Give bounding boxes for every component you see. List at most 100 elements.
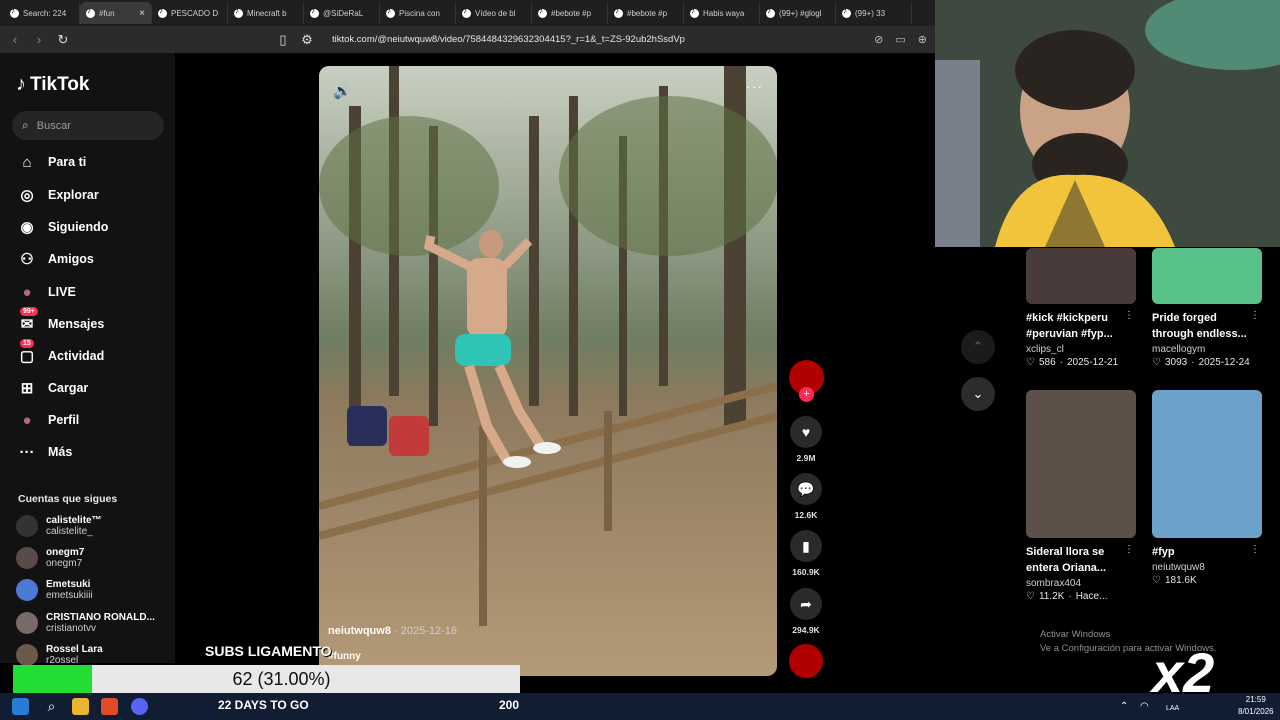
browser-tab[interactable]: @SiDeRaL (304, 2, 380, 24)
sidebar-item-para-ti[interactable]: ⌂ Para ti (16, 151, 86, 173)
translate-icon[interactable]: ⊘ (874, 33, 883, 46)
sidebar-item-perfil[interactable]: ● Perfil (16, 409, 79, 431)
video-hashtag[interactable]: #funny (328, 651, 361, 662)
screen-icon[interactable]: ▭ (895, 33, 905, 46)
zoom-icon[interactable]: ⊕ (918, 33, 927, 46)
video-thumbnail[interactable] (1026, 390, 1136, 538)
clock-date: 8/01/2026 (1238, 707, 1274, 716)
clock-time: 21:59 (1245, 695, 1266, 704)
sidebar-item-explorar[interactable]: ◎ Explorar (16, 184, 99, 206)
card-username[interactable]: xclips_cl (1026, 344, 1138, 355)
browser-tab[interactable]: (99+) 33 (836, 2, 912, 24)
notification-badge: 15 (20, 339, 34, 348)
card-username[interactable]: sombrax404 (1026, 578, 1138, 589)
tiktok-note-icon: ♪ (16, 73, 26, 95)
sidebar-item-siguiendo[interactable]: ◉ Siguiendo (16, 216, 108, 238)
tiktok-favicon-icon (10, 6, 19, 18)
sidebar-item-live[interactable]: ● LIVE (16, 281, 75, 303)
tiktok-favicon-icon (310, 6, 319, 18)
music-disc-avatar[interactable] (789, 644, 823, 678)
url-text[interactable]: tiktok.com/@neiutwquw8/video/75844843296… (332, 34, 685, 45)
separator: · (1191, 357, 1195, 368)
more-icon: ··· (19, 443, 35, 461)
avatar (16, 612, 38, 634)
file-explorer-icon[interactable] (72, 698, 89, 715)
next-video-button[interactable]: ⌄ (961, 377, 995, 411)
browser-tab[interactable]: PESCADO D (152, 2, 228, 24)
card-more-icon[interactable]: ⋮ (1250, 544, 1260, 555)
video-date: 2025-12-16 (400, 625, 458, 637)
heart-outline-icon: ♡ (1152, 357, 1161, 368)
browser-tab[interactable]: #fun × (80, 2, 152, 24)
video-player[interactable]: 🔊 ··· neiutwquw8 · 2025-12-16 #funny (319, 66, 777, 676)
following-account[interactable]: CRISTIANO RONALD... cristianotvv (16, 612, 155, 634)
sidebar-item-amigos[interactable]: ⚇ Amigos (16, 248, 94, 270)
browser-tab[interactable]: Piscina con (380, 2, 456, 24)
related-video-card[interactable]: ⋮ #fyp neiutwquw8 ♡ 181.6K (1152, 390, 1264, 586)
keyboard-language[interactable]: LAA (1166, 705, 1179, 712)
site-settings-icon[interactable]: ⚙ (300, 32, 314, 48)
sidebar-item-actividad[interactable]: ▢ 15 Actividad (16, 339, 104, 367)
follow-plus-icon[interactable]: + (799, 387, 814, 402)
tray-chevron-icon[interactable]: ⌃ (1120, 698, 1137, 715)
share-count: 294.9K (792, 625, 820, 635)
brave-browser-icon[interactable] (101, 698, 118, 715)
volume-icon[interactable]: 🔊 (333, 82, 352, 100)
like-button[interactable]: ♥ 2.9M (786, 416, 826, 463)
reload-icon[interactable]: ↻ (56, 32, 70, 48)
following-account[interactable]: calistelite™ calistelite_ (16, 515, 102, 537)
start-icon[interactable] (12, 698, 29, 715)
following-account[interactable]: Emetsuki emetsukiiii (16, 579, 93, 601)
discord-icon[interactable] (131, 698, 148, 715)
tiktok-favicon-icon (690, 6, 699, 18)
card-more-icon[interactable]: ⋮ (1124, 544, 1134, 555)
browser-tab[interactable]: Habis waya (684, 2, 760, 24)
previous-video-button[interactable]: ⌃ (961, 330, 995, 364)
video-thumbnail[interactable] (1152, 390, 1262, 538)
taskbar-search-icon[interactable]: ⌕ (43, 698, 60, 715)
related-video-card[interactable]: ⋮ #kick #kickperu #peruvian #fyp... xclips_… (1026, 248, 1138, 368)
card-likes: 181.6K (1164, 575, 1197, 586)
heart-outline-icon: ♡ (1026, 591, 1035, 602)
sidebar-item-más[interactable]: ··· Más (16, 441, 73, 463)
live-icon: ● (22, 283, 32, 301)
share-button[interactable]: ➦ 294.9K (786, 588, 826, 635)
card-username[interactable]: macellogym (1152, 344, 1264, 355)
tiktok-logo[interactable]: ♪ TikTok (16, 73, 89, 96)
taskbar-clock[interactable]: 21:59 8/01/2026 (1238, 694, 1274, 718)
browser-tab[interactable]: #bebote #p (532, 2, 608, 24)
days-to-go-text: 22 DAYS TO GO (218, 698, 309, 712)
forward-icon[interactable]: › (32, 32, 46, 47)
sidebar-item-cargar[interactable]: ⊞ Cargar (16, 377, 89, 399)
browser-tab[interactable]: (99+) #glogl (760, 2, 836, 24)
browser-tab[interactable]: Search: 224 (4, 2, 80, 24)
search-input[interactable]: ⌕ Buscar (12, 111, 164, 140)
related-video-card[interactable]: ⋮ Pride forged through endless... macellogy… (1152, 248, 1264, 368)
save-button[interactable]: ▮ 160.9K (786, 530, 826, 577)
related-video-card[interactable]: ⋮ Sideral llora se entera Oriana... sombrax… (1026, 390, 1138, 602)
sidebar-item-mensajes[interactable]: ✉ 99+ Mensajes (16, 307, 104, 335)
account-name: Emetsuki (46, 579, 91, 590)
video-author[interactable]: neiutwquw8 (328, 625, 391, 637)
video-thumbnail[interactable] (1152, 248, 1262, 304)
sidebar-item-label: Explorar (48, 188, 99, 202)
card-more-icon[interactable]: ⋮ (1124, 310, 1134, 321)
card-title-line-1: #kick #kickperu (1026, 312, 1108, 324)
back-icon[interactable]: ‹ (8, 32, 22, 47)
browser-tab[interactable]: #bebote #p (608, 2, 684, 24)
browser-tab[interactable]: Minecraft b (228, 2, 304, 24)
card-title-line-1: Pride forged (1152, 312, 1217, 324)
sidebar-item-label: Siguiendo (48, 220, 109, 234)
following-account[interactable]: onegm7 onegm7 (16, 547, 84, 569)
comment-button[interactable]: 💬 12.6K (786, 473, 826, 520)
more-options-icon[interactable]: ··· (746, 78, 763, 94)
following-account[interactable]: Rossel Lara r2ossel (16, 644, 103, 666)
card-username[interactable]: neiutwquw8 (1152, 562, 1264, 573)
video-thumbnail[interactable] (1026, 248, 1136, 304)
logo-text: TikTok (30, 73, 90, 95)
close-tab-icon[interactable]: × (139, 8, 145, 19)
tiktok-favicon-icon (234, 6, 243, 18)
bookmark-icon[interactable]: ▯ (276, 32, 290, 48)
browser-tab[interactable]: Vídeo de bl (456, 2, 532, 24)
card-more-icon[interactable]: ⋮ (1250, 310, 1260, 321)
